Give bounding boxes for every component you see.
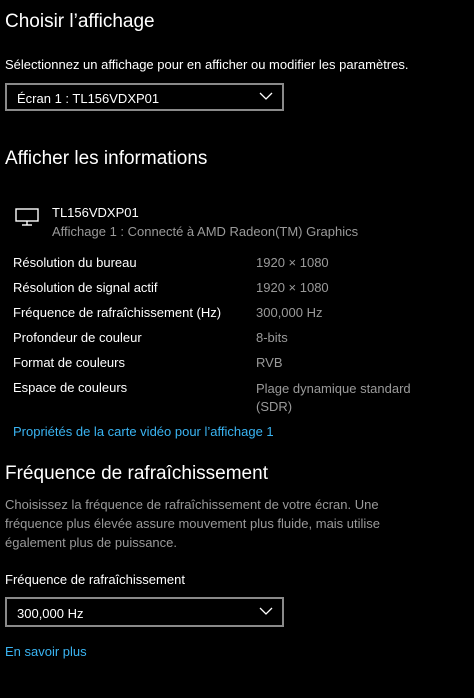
info-row-value: 1920 × 1080 (256, 280, 329, 295)
refresh-rate-field-label: Fréquence de rafraîchissement (5, 572, 185, 587)
monitor-name: TL156VDXP01 (52, 205, 139, 220)
info-row-value: Plage dynamique standard (256, 381, 411, 396)
refresh-rate-select-value: 300,000 Hz (17, 606, 84, 621)
refresh-rate-description-line: également plus de puissance. (5, 535, 178, 550)
info-row-value: 300,000 Hz (256, 305, 323, 320)
display-select-value: Écran 1 : TL156VDXP01 (17, 91, 160, 106)
refresh-rate-description-line: Choisissez la fréquence de rafraîchissem… (5, 497, 379, 512)
choose-display-title: Choisir l’affichage (5, 11, 155, 32)
monitor-icon (15, 208, 39, 226)
display-info-title: Afficher les informations (5, 148, 208, 169)
refresh-rate-description-line: fréquence plus élevée assure mouvement p… (5, 516, 381, 531)
refresh-rate-select[interactable]: 300,000 Hz (5, 597, 284, 627)
info-row-label: Fréquence de rafraîchissement (Hz) (13, 305, 222, 320)
refresh-rate-title: Fréquence de rafraîchissement (5, 463, 268, 484)
info-row-value: 1920 × 1080 (256, 255, 329, 270)
info-row-label: Résolution de signal actif (13, 280, 158, 295)
info-row-label: Résolution du bureau (13, 255, 137, 270)
info-row-value: RVB (256, 355, 283, 370)
info-row-label: Format de couleurs (13, 355, 125, 370)
learn-more-link[interactable]: En savoir plus (5, 644, 87, 659)
info-row-value-line2: (SDR) (256, 399, 293, 414)
info-row-value: 8-bits (256, 330, 288, 345)
choose-display-description: Sélectionnez un affichage pour en affich… (5, 57, 409, 72)
chevron-down-icon (259, 92, 273, 100)
display-select[interactable]: Écran 1 : TL156VDXP01 (5, 83, 284, 111)
info-row-label: Profondeur de couleur (13, 330, 142, 345)
monitor-subtitle: Affichage 1 : Connecté à AMD Radeon(TM) … (52, 224, 359, 239)
chevron-down-icon (259, 607, 273, 615)
info-row-label: Espace de couleurs (13, 380, 128, 395)
adapter-properties-link[interactable]: Propriétés de la carte vidéo pour l’affi… (13, 424, 274, 439)
